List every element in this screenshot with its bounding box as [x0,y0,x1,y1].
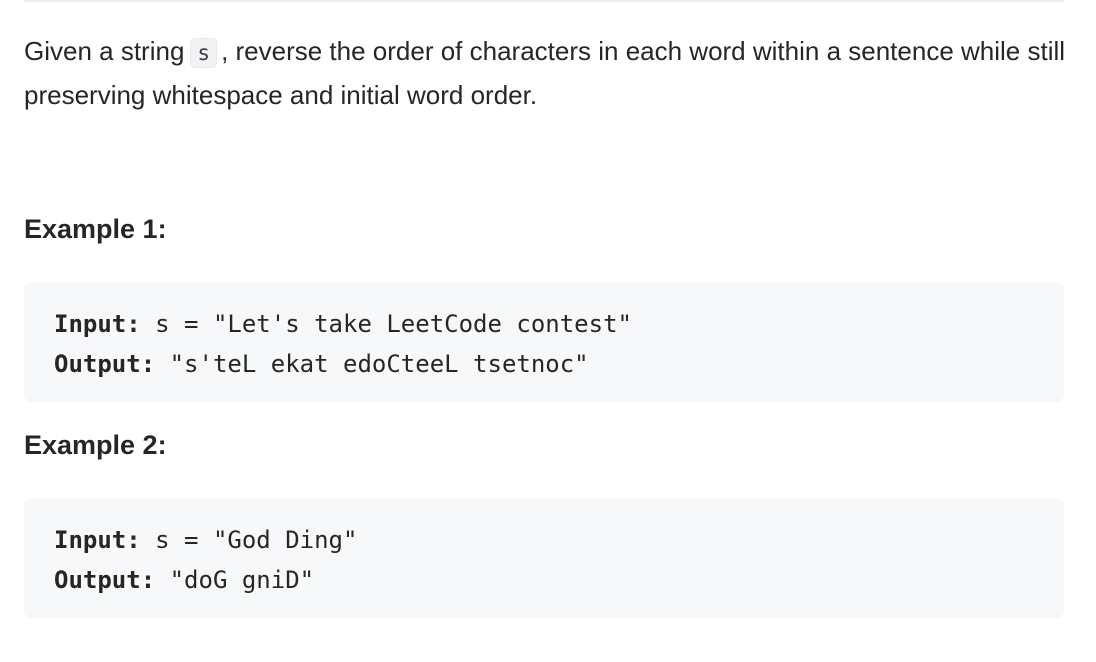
inline-code-s: s [190,38,218,68]
example-1-block: Input: s = "Let's take LeetCode contest"… [24,282,1064,402]
example-2-input-line: Input: s = "God Ding" [54,520,1034,560]
example-1-output-line: Output: "s'teL ekat edoCteeL tsetnoc" [54,344,1034,384]
problem-description: Given a string s, reverse the order of ch… [24,30,1074,116]
example-2-heading: Example 2: [24,430,167,460]
example-2-output-line: Output: "doG gniD" [54,560,1034,600]
example-1-input-value: s = "Let's take LeetCode contest" [140,310,632,338]
example-2-input-value: s = "God Ding" [140,526,358,554]
example-1-input-line: Input: s = "Let's take LeetCode contest" [54,304,1034,344]
example-2-input-label: Input: [54,526,141,554]
example-1-heading: Example 1: [24,214,167,244]
top-divider [24,0,1064,2]
description-text-start: Given a string [24,36,185,66]
example-1-output-value: "s'teL ekat edoCteeL tsetnoc" [155,350,589,378]
example-1-output-label: Output: [54,350,156,378]
example-2-output-value: "doG gniD" [155,566,315,594]
example-2-block: Input: s = "God Ding" Output: "doG gniD" [24,498,1064,618]
example-2-output-label: Output: [54,566,156,594]
example-1-input-label: Input: [54,310,141,338]
